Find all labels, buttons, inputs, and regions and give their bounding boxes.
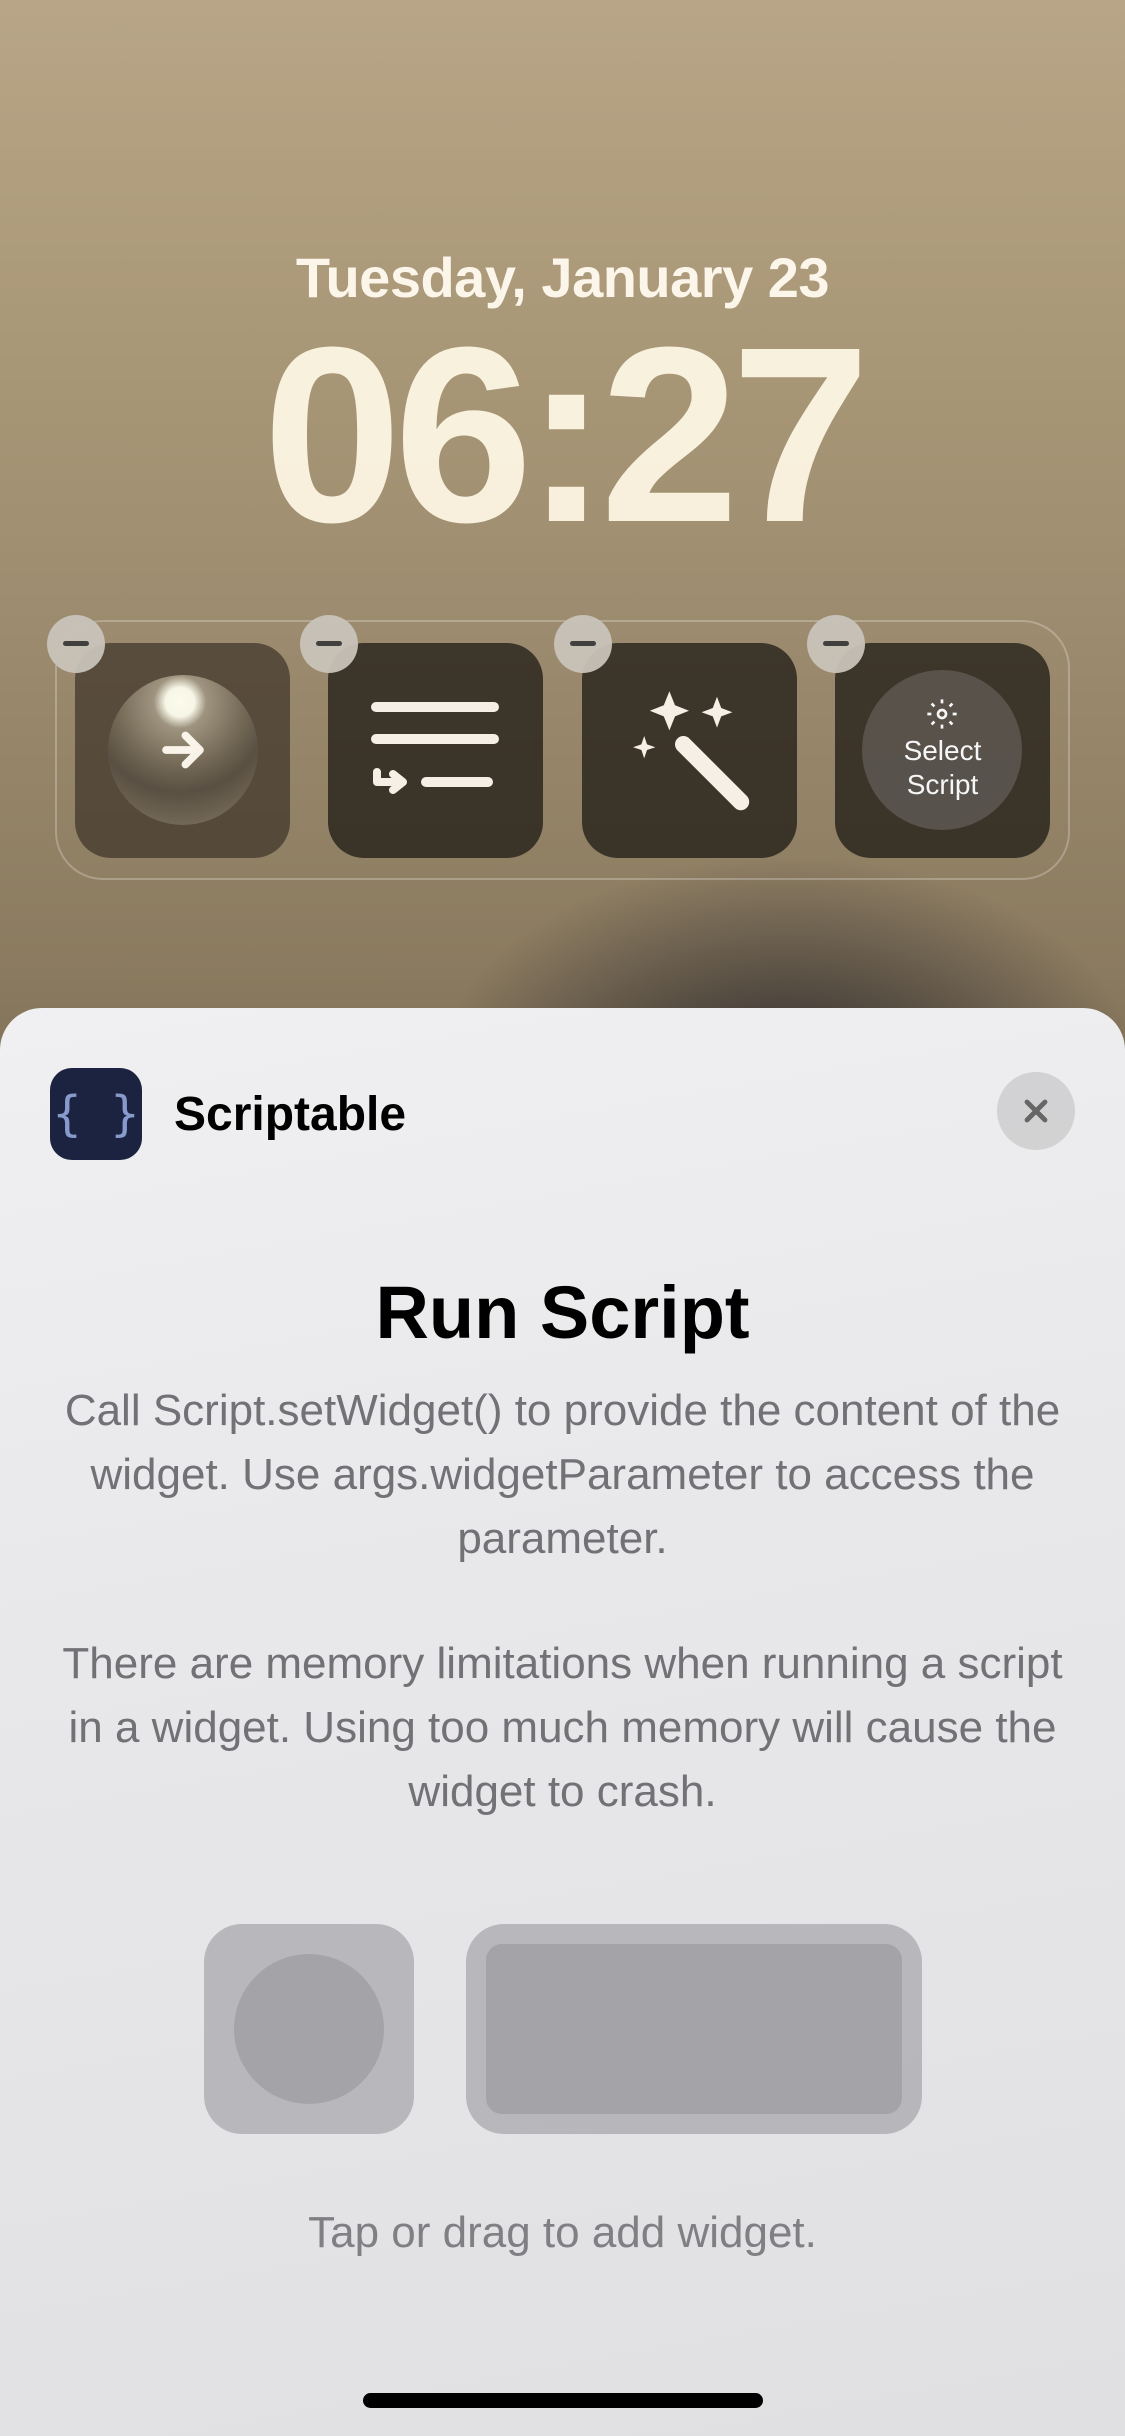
- lockscreen-widgets-container: Select Script: [55, 620, 1070, 880]
- remove-widget-button[interactable]: [47, 615, 105, 673]
- widget-slot-1[interactable]: [75, 643, 290, 858]
- list-icon: [371, 685, 501, 815]
- app-name-label: Scriptable: [174, 1087, 406, 1142]
- circle-arrow-widget: [108, 675, 258, 825]
- select-script-label: Select Script: [904, 734, 982, 801]
- remove-widget-button[interactable]: [554, 615, 612, 673]
- sheet-header: { } Scriptable: [50, 1068, 1075, 1160]
- gear-icon: [926, 698, 958, 730]
- widget-picker-sheet: { } Scriptable Run Script Call Script.se…: [0, 1008, 1125, 2436]
- scriptable-app-icon: { }: [50, 1068, 142, 1160]
- remove-widget-button[interactable]: [807, 615, 865, 673]
- widget-preview-small[interactable]: [204, 1924, 414, 2134]
- remove-widget-button[interactable]: [300, 615, 358, 673]
- widget-description-2: There are memory limitations when runnin…: [50, 1632, 1075, 1823]
- tap-drag-hint: Tap or drag to add widget.: [50, 2208, 1075, 2258]
- preview-circle-icon: [234, 1954, 384, 2104]
- lockscreen-time: 06:27: [0, 310, 1125, 560]
- widget-preview-large[interactable]: [466, 1924, 922, 2134]
- arrow-right-icon: [154, 721, 212, 779]
- widget-slot-4[interactable]: Select Script: [835, 643, 1050, 858]
- home-indicator[interactable]: [363, 2393, 763, 2408]
- close-button[interactable]: [997, 1072, 1075, 1150]
- widget-description-1: Call Script.setWidget() to provide the c…: [50, 1379, 1075, 1570]
- widget-slot-3[interactable]: [582, 643, 797, 858]
- preview-rect-icon: [486, 1944, 902, 2114]
- magic-wand-icon: [619, 680, 759, 820]
- widget-slot-2[interactable]: [328, 643, 543, 858]
- widget-size-previews: [50, 1924, 1075, 2134]
- widget-title: Run Script: [50, 1270, 1075, 1355]
- close-icon: [1018, 1093, 1054, 1129]
- select-script-widget: Select Script: [862, 670, 1022, 830]
